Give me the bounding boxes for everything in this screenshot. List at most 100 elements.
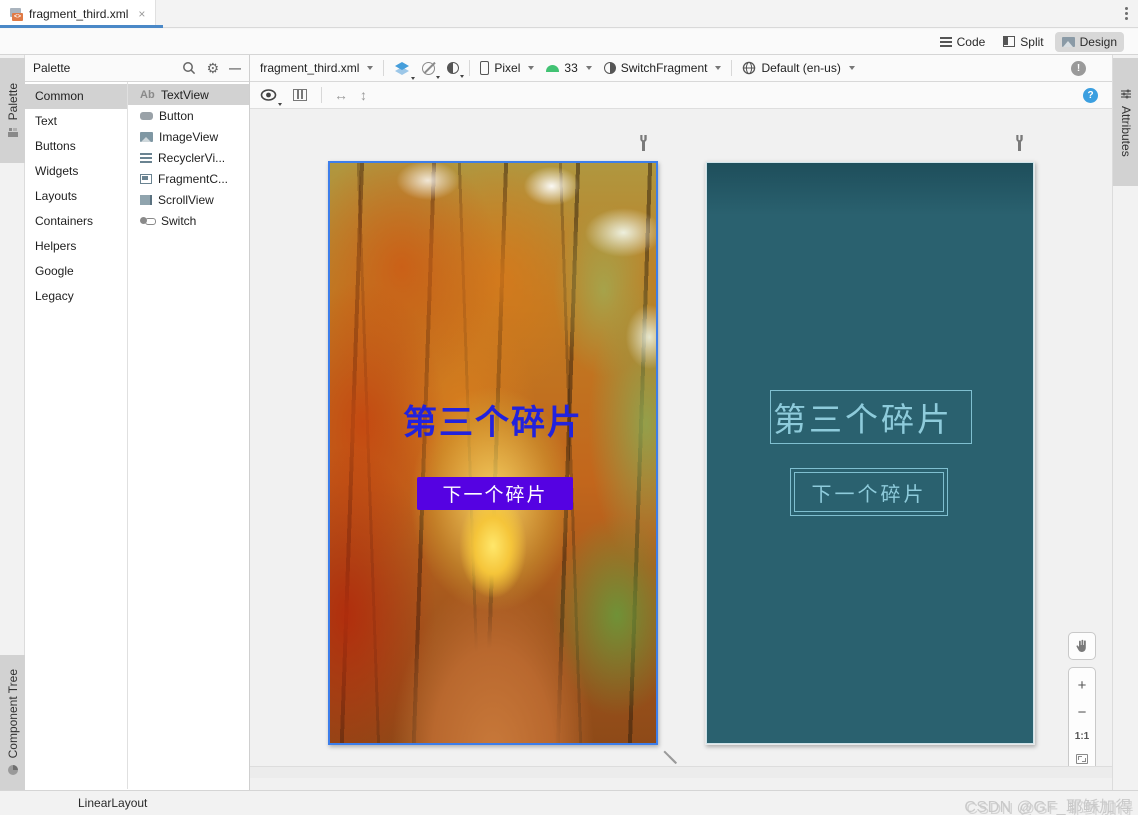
pan-tool-button[interactable] [1068, 632, 1096, 660]
blueprint-title-textview[interactable]: 第三个碎片 [770, 390, 972, 444]
zoom-to-fit-icon[interactable] [1076, 754, 1088, 765]
palette-panel: Palette ⚙ — Common Text Buttons Widgets … [25, 55, 250, 790]
component-imageview-label: ImageView [159, 129, 219, 144]
palette-category-list: Common Text Buttons Widgets Layouts Cont… [25, 82, 128, 789]
view-options-button[interactable] [258, 87, 282, 106]
category-widgets[interactable]: Widgets [25, 159, 127, 184]
component-textview[interactable]: Ab TextView [128, 84, 249, 105]
design-icon [1061, 36, 1075, 47]
eye-icon [260, 88, 277, 101]
component-switch-label: Switch [161, 213, 197, 228]
chevron-down-icon [367, 66, 374, 70]
vertical-resize-icon[interactable]: ↕ [360, 87, 367, 103]
help-badge[interactable]: ? [1083, 88, 1098, 103]
category-helpers[interactable]: Helpers [25, 234, 127, 259]
theme-selector-dropdown[interactable]: SwitchFragment [602, 59, 724, 77]
half-circle-icon [447, 62, 460, 74]
zoom-in-button[interactable]: + [1078, 678, 1087, 693]
design-preview-phone[interactable]: 第三个碎片 下一个碎片 [328, 161, 658, 745]
fragment-title-textview[interactable]: 第三个碎片 [330, 395, 656, 444]
palette-icon [7, 128, 18, 138]
blueprint-preview-phone[interactable]: 第三个碎片 下一个碎片 [705, 161, 1035, 745]
hand-icon [1076, 639, 1086, 652]
chevron-down-icon [848, 66, 855, 70]
component-fragmentcontainer-label: FragmentC... [158, 171, 229, 186]
component-recyclerview[interactable]: RecyclerVi... [128, 147, 249, 168]
editor-mode-bar: Code Split Design [0, 29, 1138, 55]
palette-header: Palette ⚙ — [25, 55, 249, 82]
component-button[interactable]: Button [128, 105, 249, 126]
chevron-down-icon [278, 102, 282, 106]
device-resize-handle[interactable] [660, 747, 680, 767]
wrench-icon[interactable] [1013, 135, 1026, 151]
minimize-icon[interactable]: — [229, 61, 241, 75]
api-level-dropdown[interactable]: 33 [544, 59, 593, 77]
chevron-down-icon [436, 75, 441, 79]
zoom-out-button[interactable]: − [1078, 705, 1087, 720]
right-tool-strip: Attributes [1112, 55, 1138, 790]
wrench-icon[interactable] [637, 135, 650, 151]
active-tab-underline [0, 25, 163, 28]
category-legacy[interactable]: Legacy [25, 284, 127, 309]
palette-side-tab[interactable]: Palette [0, 58, 25, 163]
imageview-icon [140, 131, 153, 142]
component-switch[interactable]: Switch [128, 210, 249, 231]
design-mode-button[interactable]: Design [1054, 31, 1124, 52]
chevron-down-icon [411, 76, 416, 80]
component-tree-side-tab[interactable]: Component Tree [0, 655, 25, 790]
file-selector-label: fragment_third.xml [260, 61, 360, 75]
ui-mode-selector[interactable] [445, 60, 465, 78]
blueprint-next-fragment-button[interactable]: 下一个碎片 [790, 468, 948, 516]
code-label: Code [956, 34, 986, 49]
night-mode-selector[interactable] [420, 60, 441, 79]
search-icon[interactable] [182, 61, 196, 75]
blueprint-button-label: 下一个碎片 [794, 472, 944, 512]
horizontal-scrollbar[interactable] [250, 766, 1112, 778]
palette-side-tab-label: Palette [5, 82, 20, 121]
component-fragmentcontainer[interactable]: FragmentC... [128, 168, 249, 189]
category-text[interactable]: Text [25, 109, 127, 134]
sliders-icon [1121, 89, 1131, 99]
locale-selector-dropdown[interactable]: Default (en-us) [740, 59, 856, 77]
palette-title: Palette [33, 61, 71, 75]
code-mode-button[interactable]: Code [933, 32, 993, 52]
surface-toolbar: ↔ ↕ ? [250, 82, 1112, 109]
design-surface-selector[interactable] [392, 59, 416, 80]
component-textview-label: TextView [161, 87, 209, 102]
layers-icon [395, 61, 410, 75]
gear-icon[interactable]: ⚙ [206, 61, 219, 75]
design-canvas[interactable]: 第三个碎片 下一个碎片 第三个碎片 下一个碎片 + − 1:1 [250, 109, 1112, 778]
design-editor: fragment_third.xml Pixel 33 SwitchFragme… [250, 55, 1112, 790]
category-common[interactable]: Common [25, 84, 127, 109]
split-mode-button[interactable]: Split [996, 32, 1050, 52]
issue-badge[interactable]: ! [1071, 61, 1086, 76]
component-imageview[interactable]: ImageView [128, 126, 249, 147]
tab-fragment-third-xml[interactable]: <> fragment_third.xml × [0, 0, 157, 28]
category-buttons[interactable]: Buttons [25, 134, 127, 159]
attributes-side-tab[interactable]: Attributes [1113, 58, 1138, 186]
component-scrollview-label: ScrollView [158, 192, 214, 207]
locale-label: Default (en-us) [761, 61, 841, 75]
autumn-forest-image [330, 163, 656, 743]
fragmentcontainer-icon [140, 173, 152, 184]
split-icon [1003, 36, 1016, 47]
file-selector-dropdown[interactable]: fragment_third.xml [258, 59, 375, 77]
kebab-menu-icon[interactable] [1125, 7, 1128, 10]
tab-close-icon[interactable]: × [138, 7, 145, 21]
theme-label: SwitchFragment [620, 61, 708, 75]
status-bar: LinearLayout CSDN @GF_耶稣加得 [0, 790, 1138, 815]
chevron-down-icon [715, 66, 722, 70]
code-icon [939, 36, 952, 39]
scrollview-icon [140, 194, 152, 205]
component-scrollview[interactable]: ScrollView [128, 189, 249, 210]
grid-mode-button[interactable] [291, 87, 309, 103]
left-tool-strip: Palette Component Tree [0, 55, 25, 790]
category-google[interactable]: Google [25, 259, 127, 284]
breadcrumb[interactable]: LinearLayout [78, 796, 147, 810]
next-fragment-button[interactable]: 下一个碎片 [417, 477, 573, 510]
category-layouts[interactable]: Layouts [25, 184, 127, 209]
horizontal-resize-icon[interactable]: ↔ [334, 87, 348, 103]
device-selector-dropdown[interactable]: Pixel [478, 59, 536, 77]
category-containers[interactable]: Containers [25, 209, 127, 234]
zoom-ratio-button[interactable]: 1:1 [1075, 731, 1089, 742]
